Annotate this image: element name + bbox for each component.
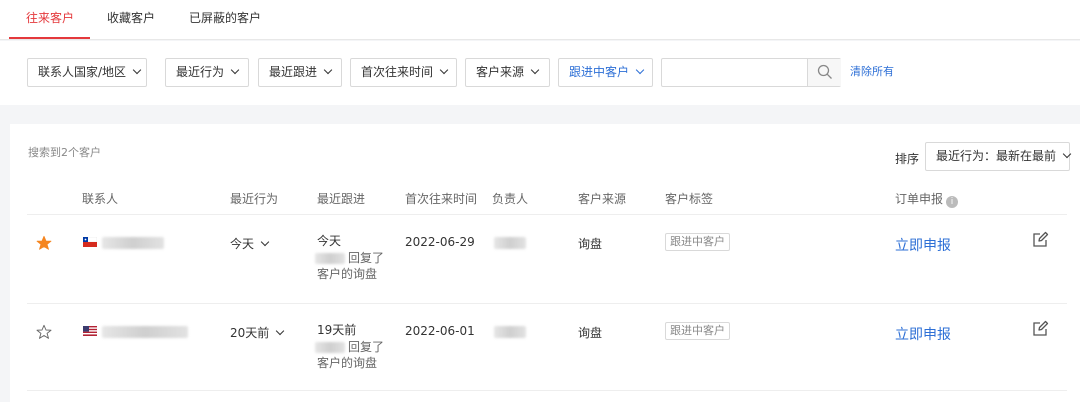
column-header-first-contact: 首次往来时间 (405, 192, 478, 206)
filter-bar: 联系人国家/地区 最近行为 最近跟进 首次往来时间 客户来源 跟进中客户 清除所… (0, 41, 1080, 105)
declare-order-link[interactable]: 立即申报 (895, 235, 951, 255)
recent-action-value: 今天 (230, 237, 255, 251)
last-follow-time: 19天前 (317, 323, 357, 337)
recent-action-dropdown[interactable]: 20天前 (230, 324, 285, 341)
last-follow-detail-line2: 客户的询盘 (317, 267, 378, 281)
country-filter-dropdown[interactable]: 联系人国家/地区 (27, 58, 147, 87)
last-follow-detail-line1: 回复了 (348, 251, 385, 265)
column-header-order: 订单申报 i (895, 190, 959, 208)
row-divider (27, 390, 1067, 391)
follow-status-filter-dropdown[interactable]: 跟进中客户 (558, 58, 653, 87)
country-filter-label: 联系人国家/地区 (38, 65, 127, 79)
recent-action-value: 20天前 (230, 326, 270, 340)
clear-all-link[interactable]: 清除所有 (850, 63, 894, 79)
owner-name-redacted (494, 237, 526, 249)
source-filter-dropdown[interactable]: 客户来源 (465, 58, 550, 87)
table-row[interactable]: 今天 今天 回复了 客户的询盘 2022-06-29 询盘 跟进中客户 立即申报 (10, 215, 1080, 303)
tab-blocked-customers[interactable]: 已屏蔽的客户 (189, 0, 261, 40)
chevron-down-icon (260, 237, 270, 247)
star-outline-icon[interactable] (36, 324, 52, 340)
follow-status-filter-label: 跟进中客户 (569, 65, 630, 79)
edit-icon[interactable] (1031, 320, 1049, 338)
edit-icon[interactable] (1031, 231, 1049, 249)
chevron-down-icon (1062, 149, 1072, 159)
source-filter-label: 客户来源 (476, 65, 525, 79)
chevron-down-icon (323, 65, 333, 75)
first-contact-filter-dropdown[interactable]: 首次往来时间 (350, 58, 457, 87)
customer-list-panel: 搜索到2个客户 排序 最近行为：最新在最前 联系人 最近行为 最近跟进 首次往来… (10, 124, 1080, 402)
active-tab-indicator (9, 37, 90, 39)
info-icon[interactable]: i (946, 196, 959, 208)
search-icon (817, 64, 832, 79)
owner-name-redacted (494, 326, 526, 338)
column-header-tags: 客户标签 (665, 192, 714, 206)
customer-tag: 跟进中客户 (665, 233, 730, 251)
last-follow-detail-line1: 回复了 (348, 340, 385, 354)
table-row[interactable]: 20天前 19天前 回复了 客户的询盘 2022-06-01 询盘 跟进中客户 … (10, 304, 1080, 392)
sort-label: 排序 (895, 152, 920, 166)
chevron-down-icon (230, 65, 240, 75)
first-contact-date: 2022-06-29 (405, 235, 475, 249)
recent-action-dropdown[interactable]: 今天 (230, 235, 270, 252)
column-header-last-follow: 最近跟进 (317, 192, 366, 206)
recent-action-filter-label: 最近行为 (176, 65, 225, 79)
chevron-down-icon (132, 65, 142, 75)
recent-action-filter-dropdown[interactable]: 最近行为 (165, 58, 249, 87)
first-contact-filter-label: 首次往来时间 (361, 65, 434, 79)
tab-favorite-customers[interactable]: 收藏客户 (107, 0, 155, 40)
last-follow-filter-dropdown[interactable]: 最近跟进 (258, 58, 342, 87)
contact-name-redacted (102, 237, 164, 249)
sort-dropdown[interactable]: 最近行为：最新在最前 (925, 142, 1072, 171)
chevron-down-icon (276, 326, 285, 336)
source-value: 询盘 (578, 237, 603, 251)
column-header-order-label: 订单申报 (895, 192, 944, 206)
tab-recent-customers[interactable]: 往来客户 (26, 0, 74, 40)
last-follow-detail-line2: 客户的询盘 (317, 356, 378, 370)
column-header-source: 客户来源 (578, 192, 627, 206)
last-follow-time: 今天 (317, 234, 342, 248)
column-header-contact: 联系人 (82, 192, 119, 206)
chevron-down-icon (530, 65, 540, 75)
source-value: 询盘 (578, 326, 603, 340)
chevron-down-icon (635, 65, 645, 75)
first-contact-date: 2022-06-01 (405, 324, 475, 338)
chile-flag-icon (83, 237, 97, 247)
contact-name-redacted (102, 326, 188, 338)
star-filled-icon[interactable] (36, 235, 52, 251)
customer-tag: 跟进中客户 (665, 322, 730, 340)
search-input[interactable] (662, 59, 807, 86)
follower-name-redacted (315, 342, 345, 353)
follower-name-redacted (315, 253, 345, 264)
chevron-down-icon (439, 65, 449, 75)
last-follow-filter-label: 最近跟进 (269, 65, 318, 79)
search-button[interactable] (807, 59, 841, 86)
column-header-recent-action: 最近行为 (230, 192, 279, 206)
sort-value: 最近行为：最新在最前 (936, 149, 1057, 163)
declare-order-link[interactable]: 立即申报 (895, 324, 951, 344)
tab-bar: 往来客户 收藏客户 已屏蔽的客户 (0, 0, 1080, 40)
usa-flag-icon (83, 326, 97, 336)
search-box (661, 58, 841, 87)
result-count: 搜索到2个客户 (28, 146, 101, 159)
column-header-owner: 负责人 (492, 192, 529, 206)
